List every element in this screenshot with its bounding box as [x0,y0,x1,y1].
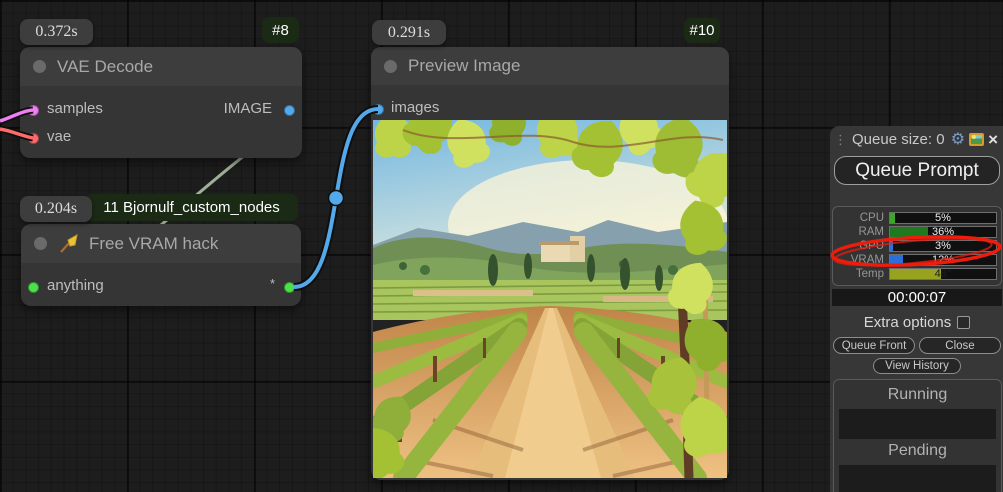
extra-options-label: Extra options [864,314,952,331]
queue-panel: Running Pending Clear Queue Refresh [833,379,1002,492]
output-label-image: IMAGE [224,100,272,117]
system-stats-panel: CPU 5% RAM 36% GPU 3% [832,206,1002,286]
view-history-button[interactable]: View History [873,358,961,374]
node-id-badge-8: #8 [262,17,299,43]
node-preview-image[interactable]: Preview Image images [371,47,729,480]
extra-options-row: Extra options [832,314,1002,331]
elapsed-timer: 00:00:07 [832,289,1002,306]
close-icon[interactable]: × [988,133,998,147]
node-free-vram-hack[interactable]: Free VRAM hack anything * [21,224,301,306]
collapse-dot[interactable] [34,237,47,250]
stat-row-gpu: GPU 3% [837,239,997,253]
gallery-icon[interactable] [969,133,984,146]
node-preview-header[interactable]: Preview Image [371,47,729,85]
pending-list [839,465,996,492]
exec-time-badge-freevram: 0.204s [20,196,92,222]
node-vae-decode-header[interactable]: VAE Decode [20,47,302,86]
collapse-dot[interactable] [384,60,397,73]
node-free-vram-header[interactable]: Free VRAM hack [21,224,301,263]
queue-sidebar[interactable]: ⋮ Queue size: 0 ⚙ × Queue Prompt CPU 5% … [830,126,1003,492]
link-image-outline [294,109,378,287]
exec-time-badge-preview: 0.291s [372,20,446,45]
settings-gear-icon[interactable]: ⚙ [951,132,965,148]
stat-row-vram: VRAM 12% [837,253,997,267]
drag-handle-icon[interactable]: ⋮ [834,135,842,145]
collapse-dot[interactable] [33,60,46,73]
output-label-any: * [270,276,275,291]
node-title: Preview Image [408,56,520,76]
input-port-samples[interactable] [28,105,39,116]
close-button[interactable]: Close [919,337,1001,354]
exec-time-badge-vae: 0.372s [20,19,93,45]
output-port-image[interactable] [284,105,295,116]
link-image [294,109,378,287]
stat-row-temp: Temp 48° [837,267,997,281]
input-label-samples: samples [47,100,103,117]
stat-row-ram: RAM 36% [837,225,997,239]
node-vae-decode[interactable]: VAE Decode samples vae IMAGE [20,47,302,158]
queue-front-button[interactable]: Queue Front [833,337,915,354]
running-list [839,409,996,439]
input-port-images[interactable] [373,104,384,115]
input-port-anything[interactable] [28,282,39,293]
input-label-anything: anything [47,277,104,294]
pending-label: Pending [838,439,997,465]
node-id-badge-10: #10 [684,18,720,43]
queue-prompt-button[interactable]: Queue Prompt [834,156,1000,185]
node-id-badge-bjornulf: 11 Bjornulf_custom_nodes [85,194,298,221]
vineyard-picture [373,120,727,478]
output-port-any[interactable] [284,282,295,293]
input-port-vae[interactable] [28,133,39,144]
input-label-vae: vae [47,128,71,145]
node-title: VAE Decode [57,57,153,77]
extra-options-checkbox[interactable] [957,316,970,329]
sidebar-header[interactable]: ⋮ Queue size: 0 ⚙ × [832,128,1002,151]
broom-icon [58,234,78,254]
queue-size-label: Queue size: 0 [846,131,947,148]
node-title: Free VRAM hack [89,234,218,254]
link-midpoint-dot[interactable] [329,191,344,206]
stat-row-cpu: CPU 5% [837,211,997,225]
input-label-images: images [391,99,439,116]
node-graph-canvas[interactable]: VAE Decode samples vae IMAGE 0.372s #8 F… [0,0,1003,492]
running-label: Running [838,383,997,409]
preview-image [373,120,727,478]
